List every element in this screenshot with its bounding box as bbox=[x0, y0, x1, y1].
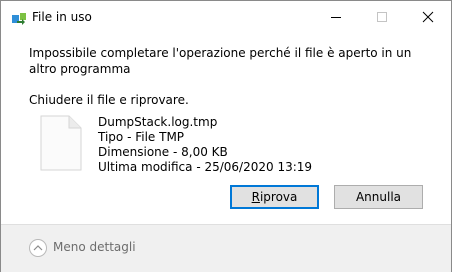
file-in-use-dialog: File in uso Impossibile completare l'ope… bbox=[0, 0, 452, 272]
close-button[interactable] bbox=[405, 1, 451, 33]
title-bar: File in uso bbox=[1, 1, 451, 33]
retry-label-rest: iprova bbox=[259, 190, 298, 204]
file-size: Dimensione - 8,00 KB bbox=[98, 145, 228, 159]
dialog-footer: Meno dettagli bbox=[1, 224, 451, 272]
window-title: File in uso bbox=[32, 10, 92, 24]
details-toggle[interactable]: Meno dettagli bbox=[28, 237, 138, 259]
retry-button[interactable]: Riprova bbox=[230, 185, 319, 209]
retry-mnemonic: R bbox=[251, 190, 260, 204]
retry-button-label: Riprova bbox=[252, 190, 298, 204]
error-message: Impossibile completare l'operazione perc… bbox=[29, 46, 412, 76]
cancel-button[interactable]: Annulla bbox=[334, 185, 423, 209]
file-type: Tipo - File TMP bbox=[98, 130, 185, 144]
cancel-button-label: Annulla bbox=[355, 190, 402, 204]
details-toggle-label: Meno dettagli bbox=[53, 240, 136, 254]
minimize-button[interactable] bbox=[313, 1, 359, 33]
maximize-button[interactable] bbox=[359, 1, 405, 33]
generic-file-icon bbox=[39, 115, 83, 171]
file-details: DumpStack.log.tmp Tipo - File TMP Dimens… bbox=[98, 115, 312, 175]
file-transfer-icon bbox=[11, 11, 27, 25]
instruction-text: Chiudere il file e riprovare. bbox=[29, 93, 189, 107]
file-modified: Ultima modifica - 25/06/2020 13:19 bbox=[98, 160, 313, 174]
file-name: DumpStack.log.tmp bbox=[98, 115, 218, 129]
